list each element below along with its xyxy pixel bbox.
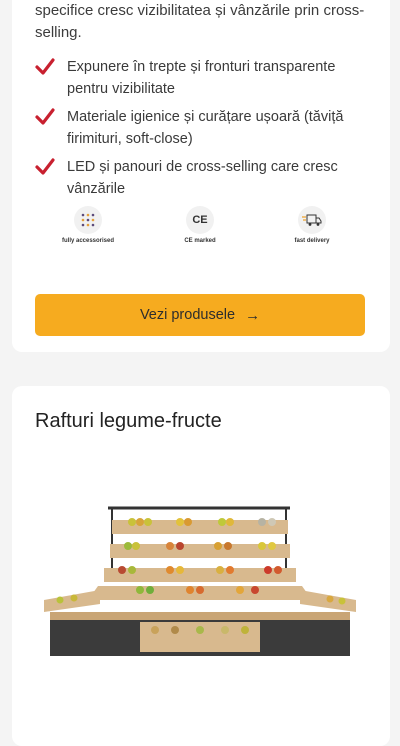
intro-text: specifice cresc vizibilitatea și vânzări…	[35, 2, 365, 41]
feature-list: Expunere în trepte și fronturi transpare…	[35, 56, 365, 206]
feature-item: Expunere în trepte și fronturi transpare…	[35, 56, 365, 100]
feature-item: LED și panouri de cross-selling care cre…	[35, 156, 365, 200]
badge-ce-marked: CE CE marked	[172, 206, 228, 245]
produce-shelf-image	[44, 506, 356, 656]
checkmark-icon	[35, 108, 55, 125]
feature-text: Expunere în trepte și fronturi transpare…	[67, 59, 336, 97]
feature-text: LED și panouri de cross-selling care cre…	[67, 159, 338, 197]
feature-item: Materiale igienice și curățare ușoară (t…	[35, 106, 365, 150]
arrow-right-icon: →	[245, 306, 261, 324]
delivery-truck-icon	[298, 206, 326, 234]
badge-label: CE marked	[184, 238, 216, 244]
view-products-button[interactable]: Vezi produsele →	[35, 294, 365, 336]
ce-mark-icon: CE	[186, 206, 214, 234]
section-title: Rafturi legume-fructe	[35, 410, 222, 432]
view-products-label: Vezi produsele	[139, 307, 236, 323]
badge-fully-accessorised: fully accessorised	[60, 206, 116, 245]
grid-dots-icon	[74, 206, 102, 234]
feature-text: Materiale igienice și curățare ușoară (t…	[67, 109, 344, 147]
badge-fast-delivery: fast delivery	[284, 206, 340, 245]
badge-label: fast delivery	[294, 238, 330, 244]
checkmark-icon	[35, 158, 55, 175]
checkmark-icon	[35, 58, 55, 75]
badge-row: fully accessorised CE CE marked fast del…	[60, 206, 340, 245]
badge-label: fully accessorised	[61, 238, 115, 244]
